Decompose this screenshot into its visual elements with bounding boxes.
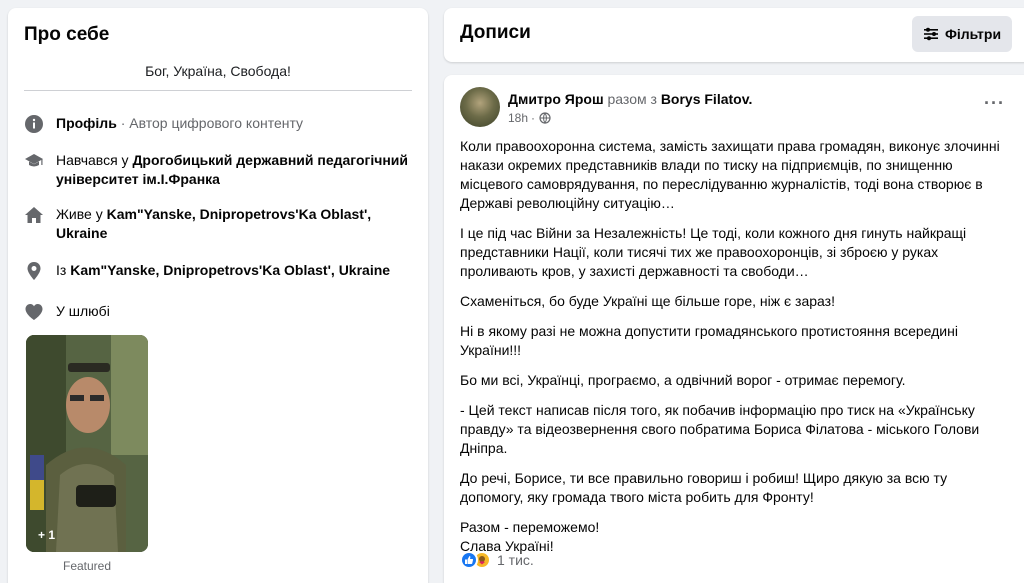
about-title: Про себе: [24, 24, 110, 45]
relationship-text: У шлюбі: [56, 303, 110, 319]
filter-icon: [923, 27, 938, 41]
with-text: разом з: [607, 91, 657, 107]
more-options-button[interactable]: ···: [984, 93, 1005, 114]
heart-icon: [24, 302, 44, 322]
featured-photo-image: [26, 335, 148, 552]
reactions-count: 1 тис.: [497, 552, 534, 568]
posts-title: Дописи: [460, 22, 531, 43]
post-paragraph: Бо ми всі, Українці, програємо, а одвічн…: [460, 372, 906, 388]
post-paragraph: Разом - переможемо! Слава Україні!: [460, 518, 1000, 556]
featured-label: Featured: [62, 559, 112, 573]
filters-label: Фільтри: [944, 26, 1002, 42]
info-row-lives: Живе у Kam"Yanske, Dnipropetrovs'Ka Obla…: [24, 205, 414, 243]
post-paragraph: Коли правоохоронна система, замість захи…: [460, 138, 1000, 211]
filters-button[interactable]: Фільтри: [912, 16, 1012, 52]
location-pin-icon: [24, 261, 44, 281]
info-icon: [24, 114, 44, 134]
post-paragraph: До речі, Борисе, ти все правильно говори…: [460, 470, 948, 505]
avatar[interactable]: [460, 87, 500, 127]
photo-count: + 1: [38, 528, 56, 542]
posts-header-card: Дописи Фільтри: [444, 8, 1024, 62]
coauthor-name-link[interactable]: Borys Filatov.: [661, 91, 753, 107]
reactions-summary[interactable]: 1 тис.: [460, 551, 534, 569]
like-icon: [460, 551, 478, 569]
about-divider: [24, 90, 412, 91]
profile-text: · Автор цифрового контенту: [116, 115, 304, 131]
post-paragraph: І це під час Війни за Незалежність! Це т…: [460, 225, 967, 279]
lives-prefix: Живе у: [56, 206, 107, 222]
education-prefix: Навчався у: [56, 152, 133, 168]
post-closing-line: Разом - переможемо!: [460, 519, 600, 535]
info-row-from: Із Kam"Yanske, Dnipropetrovs'Ka Oblast',…: [24, 261, 414, 281]
featured-photo[interactable]: + 1: [26, 335, 148, 552]
post-paragraph: Ні в якому разі не можна допустити грома…: [460, 323, 958, 358]
author-line: Дмитро Ярош разом з Borys Filatov.: [508, 91, 752, 107]
info-row-profile: Профіль · Автор цифрового контенту: [24, 114, 414, 134]
from-place-link[interactable]: Kam"Yanske, Dnipropetrovs'Ka Oblast', Uk…: [70, 262, 390, 278]
post-meta: 18h ·: [508, 111, 551, 125]
author-name-link[interactable]: Дмитро Ярош: [508, 91, 604, 107]
profile-label: Профіль: [56, 115, 117, 131]
globe-icon: [539, 112, 551, 124]
graduation-cap-icon: [24, 151, 44, 171]
info-row-education: Навчався у Дрогобицький державний педаго…: [24, 151, 414, 189]
from-prefix: Із: [56, 262, 71, 278]
post-body: Коли правоохоронна система, замість захи…: [460, 137, 1000, 556]
post-time-link[interactable]: 18h: [508, 111, 528, 125]
about-card: Про себе Бог, Україна, Свобода! Профіль …: [8, 8, 428, 583]
about-bio: Бог, Україна, Свобода!: [145, 63, 291, 79]
post-paragraph: Схаменіться, бо буде Україні ще більше г…: [460, 293, 835, 309]
info-row-relationship: У шлюбі: [24, 302, 414, 322]
post-card: Дмитро Ярош разом з Borys Filatov. 18h ·…: [444, 75, 1024, 583]
post-paragraph: - Цей текст написав після того, як побач…: [460, 402, 980, 456]
home-icon: [24, 205, 44, 225]
